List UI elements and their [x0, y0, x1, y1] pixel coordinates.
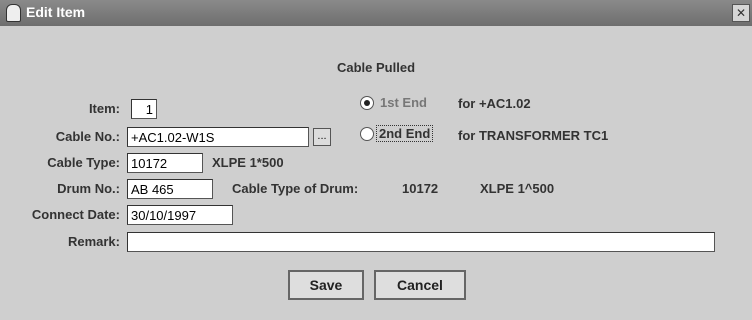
second-end-label[interactable]: 2nd End: [376, 125, 434, 142]
remark-field[interactable]: [127, 232, 715, 252]
item-field[interactable]: [131, 99, 157, 119]
cancel-button[interactable]: Cancel: [374, 270, 466, 300]
drum-cable-type-label: Cable Type of Drum:: [232, 181, 359, 196]
second-end-radio[interactable]: [360, 127, 374, 141]
remark-label: Remark:: [67, 234, 120, 249]
drum-cable-type-description: XLPE 1^500: [480, 181, 555, 196]
first-end-label[interactable]: 1st End: [380, 95, 427, 110]
save-button[interactable]: Save: [288, 270, 364, 300]
app-icon: [6, 4, 21, 22]
first-end-radio[interactable]: [360, 96, 374, 110]
item-label: Item:: [88, 101, 120, 116]
cable-no-field[interactable]: [127, 127, 309, 147]
form-heading: Cable Pulled: [336, 60, 416, 75]
cable-type-description: XLPE 1*500: [212, 155, 284, 170]
connect-date-label: Connect Date:: [31, 207, 120, 222]
close-button[interactable]: ✕: [732, 4, 750, 22]
first-end-for-text: for +AC1.02: [458, 96, 531, 111]
cable-type-field[interactable]: [127, 153, 203, 173]
drum-cable-type-value: 10172: [402, 181, 439, 196]
browse-cable-button[interactable]: ...: [313, 128, 331, 146]
cable-no-label: Cable No.:: [55, 129, 120, 144]
drum-no-field[interactable]: [127, 179, 213, 199]
title-bar: Edit Item ✕: [0, 0, 752, 26]
cable-type-label: Cable Type:: [47, 155, 120, 170]
second-end-for-text: for TRANSFORMER TC1: [458, 128, 609, 143]
drum-no-label: Drum No.:: [57, 181, 120, 196]
connect-date-field[interactable]: [127, 205, 233, 225]
window-title: Edit Item: [26, 4, 86, 20]
